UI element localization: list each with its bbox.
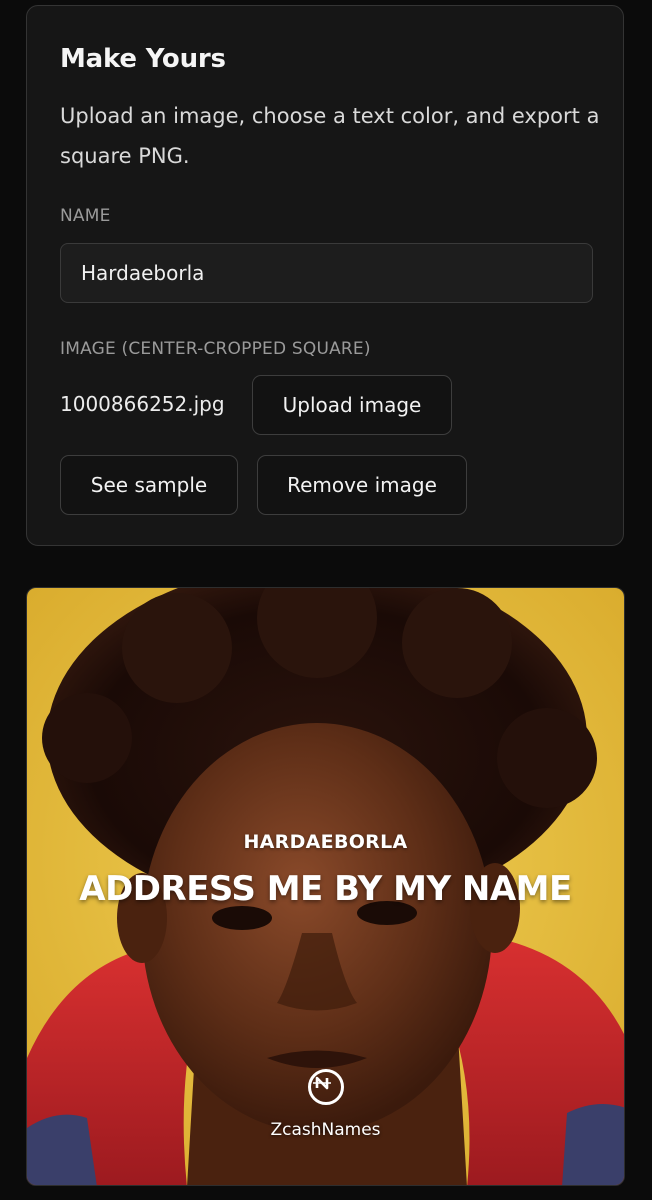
- preview-name-text: HARDAEBORLA: [243, 831, 408, 853]
- name-input[interactable]: [60, 243, 593, 303]
- make-yours-panel: Make Yours Upload an image, choose a tex…: [26, 5, 624, 546]
- upload-image-button[interactable]: Upload image: [252, 375, 452, 435]
- image-preview: HARDAEBORLA ADDRESS ME BY MY NAME ZcashN…: [26, 587, 625, 1186]
- remove-image-button[interactable]: Remove image: [257, 455, 467, 515]
- zcashnames-logo-icon: [308, 1069, 344, 1105]
- panel-description: Upload an image, choose a text color, an…: [60, 104, 600, 168]
- selected-file-name: 1000866252.jpg: [60, 392, 225, 416]
- image-label: IMAGE (CENTER-CROPPED SQUARE): [60, 339, 371, 359]
- preview-headline: ADDRESS ME BY MY NAME: [79, 869, 572, 909]
- brand-label: ZcashNames: [270, 1120, 381, 1140]
- name-label: NAME: [60, 206, 111, 226]
- panel-title: Make Yours: [60, 44, 226, 74]
- see-sample-button[interactable]: See sample: [60, 455, 238, 515]
